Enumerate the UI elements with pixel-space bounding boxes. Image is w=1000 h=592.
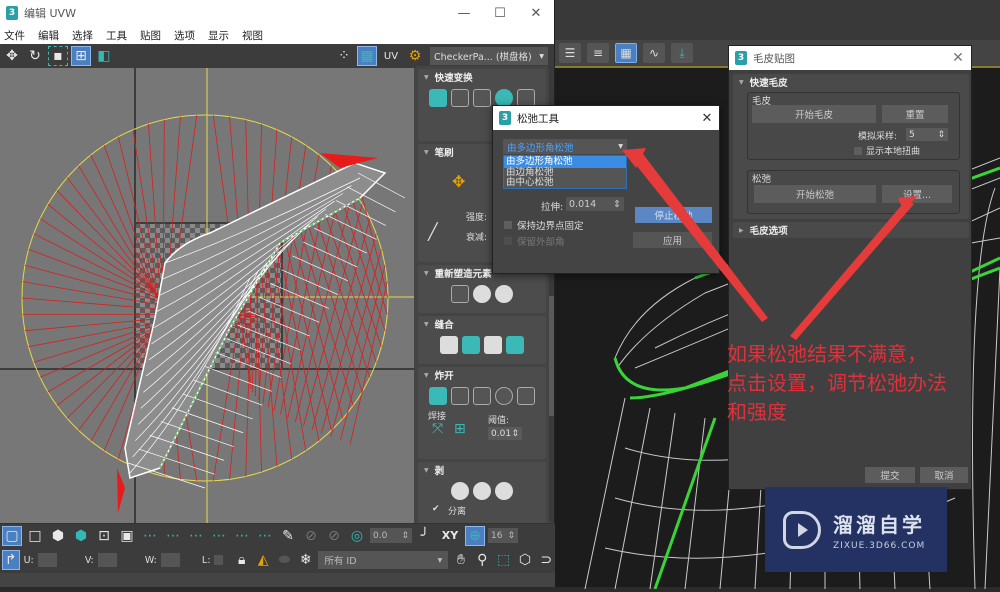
arrow-to-method-select [628,150,768,322]
watermark: 溜溜自学 ZIXUE.3D66.COM [765,487,947,572]
arrow-to-settings [790,200,914,340]
watermark-url: ZIXUE.3D66.COM [833,541,925,551]
play-logo-icon [783,511,821,549]
annotation-line: 点击设置，调节松弛办法 [727,369,1000,398]
watermark-name: 溜溜自学 [833,509,925,538]
annotation-text: 如果松弛结果不满意， 点击设置，调节松弛办法 和强度 [727,340,1000,427]
annotation-line: 如果松弛结果不满意， [727,340,1000,369]
annotation-line: 和强度 [727,398,1000,427]
